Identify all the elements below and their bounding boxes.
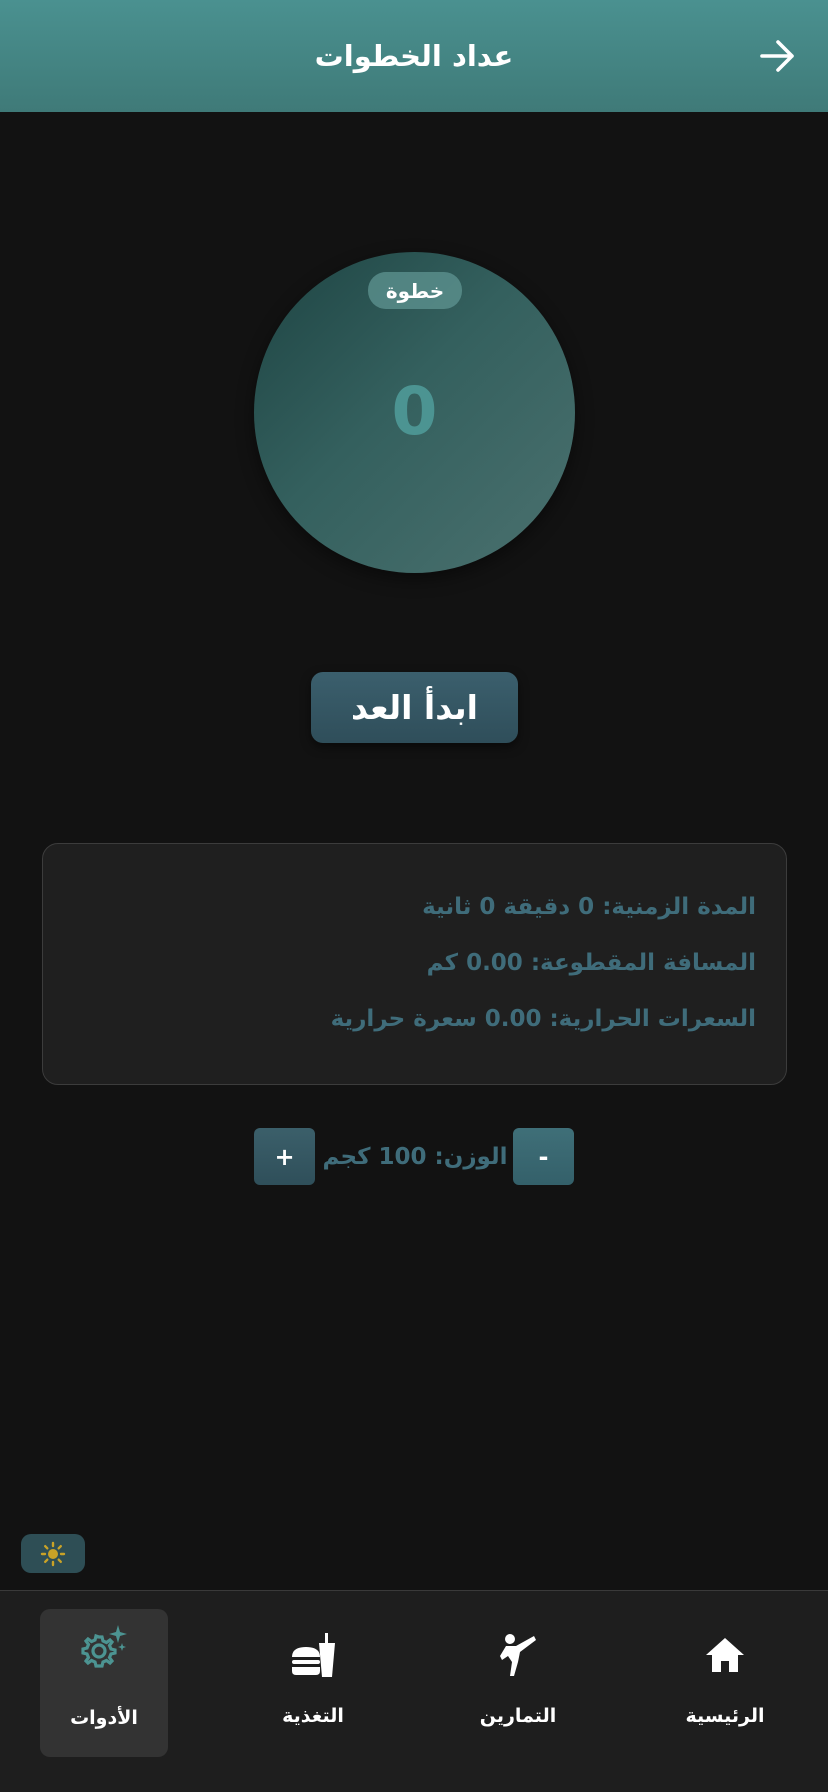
stats-card: المدة الزمنية: 0 دقيقة 0 ثانية المسافة ا… [42, 843, 787, 1085]
page-title: عداد الخطوات [314, 39, 514, 73]
step-unit-badge: خطوة [368, 272, 462, 309]
bottom-navigation: الرئيسية التمارين التغذية الأدوات [0, 1590, 828, 1792]
nav-label-tools: الأدوات [70, 1707, 138, 1729]
food-drink-icon [292, 1633, 335, 1677]
sun-icon [40, 1541, 66, 1566]
nav-item-home[interactable]: الرئيسية [661, 1609, 789, 1757]
nav-label-home: الرئيسية [685, 1705, 765, 1727]
nav-item-exercises[interactable]: التمارين [454, 1609, 582, 1757]
tools-gear-icon [81, 1625, 127, 1668]
back-button[interactable] [758, 36, 798, 76]
calories-stat: السعرات الحرارية: 0.00 سعرة حرارية [330, 1006, 756, 1032]
app-header: عداد الخطوات [0, 0, 828, 112]
duration-stat: المدة الزمنية: 0 دقيقة 0 ثانية [422, 894, 756, 920]
distance-stat: المسافة المقطوعة: 0.00 كم [426, 950, 756, 976]
start-counting-button[interactable]: ابدأ العد [311, 672, 518, 743]
home-icon [706, 1638, 744, 1672]
weight-control-row: - الوزن: 100 كجم + [0, 1128, 828, 1185]
theme-toggle-button[interactable] [21, 1534, 85, 1573]
nav-item-nutrition[interactable]: التغذية [249, 1609, 377, 1757]
step-count-value: 0 [391, 373, 438, 450]
nav-label-nutrition: التغذية [282, 1705, 344, 1727]
weight-value: الوزن: 100 كجم [322, 1143, 508, 1170]
martial-arts-icon [500, 1634, 536, 1676]
nav-item-tools[interactable]: الأدوات [40, 1609, 168, 1757]
weight-increase-button[interactable]: + [254, 1128, 315, 1185]
arrow-right-icon [760, 40, 794, 72]
weight-decrease-button[interactable]: - [513, 1128, 574, 1185]
nav-label-exercises: التمارين [479, 1705, 557, 1727]
step-counter-circle: خطوة 0 [254, 252, 575, 573]
